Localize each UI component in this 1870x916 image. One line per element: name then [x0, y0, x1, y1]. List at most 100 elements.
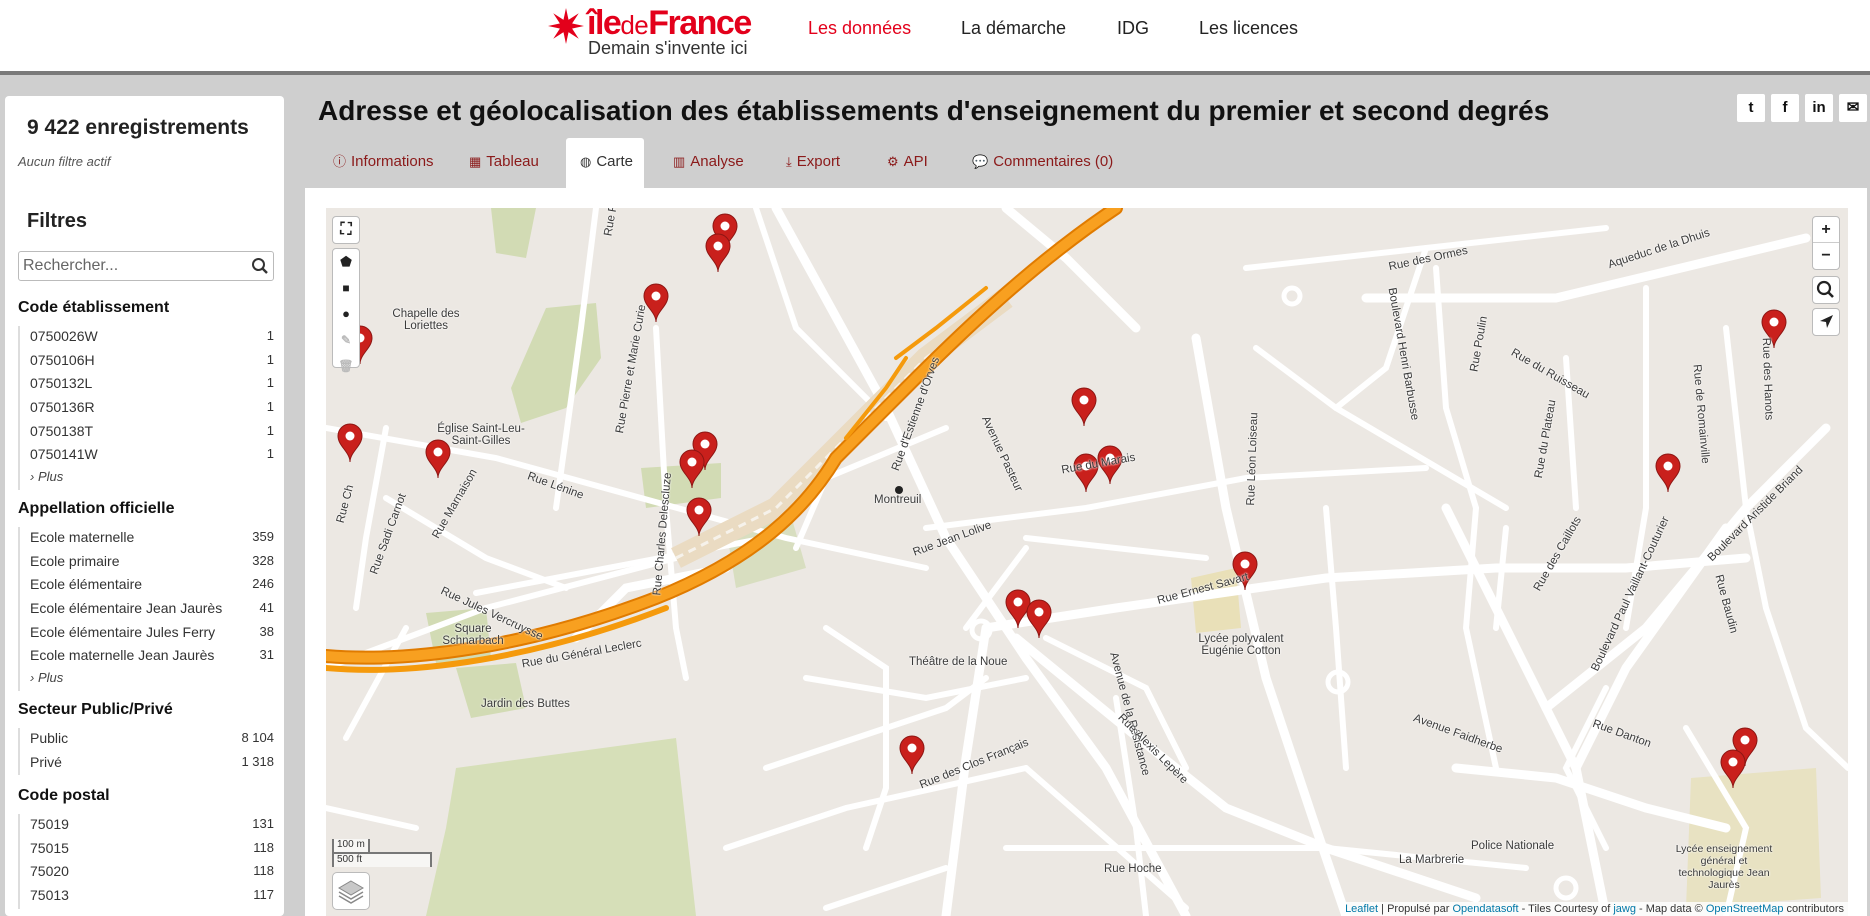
map-search-button[interactable]	[1812, 276, 1840, 304]
email-icon[interactable]: ✉	[1839, 94, 1867, 122]
filter-group-code-postal: Code postal 75019 131 75015 118 75020 118 7…	[18, 786, 274, 909]
filters-title: Filtres	[27, 210, 88, 232]
globe-icon: ◍	[580, 154, 592, 169]
map-label: Jardin des Buttes	[481, 698, 570, 710]
map-label: Lycée enseignement général et technologi…	[1675, 843, 1773, 891]
record-count: 9 422 enregistrements	[27, 116, 249, 139]
filter-item[interactable]: 0750106H 1	[20, 350, 274, 374]
filter-item[interactable]: 0750026W 1	[20, 326, 274, 350]
twitter-icon[interactable]: t	[1737, 94, 1765, 122]
filter-item[interactable]: 0750132L 1	[20, 373, 274, 397]
filter-item[interactable]: 0750141W 1	[20, 444, 274, 468]
filter-search-input[interactable]	[23, 253, 238, 279]
layers-button[interactable]	[332, 872, 370, 910]
draw-circle-icon[interactable]: ●	[333, 301, 359, 327]
filter-item[interactable]: Public 8 104	[20, 728, 274, 752]
filter-more-link[interactable]: › Plus	[20, 669, 274, 691]
info-icon: ⓘ	[333, 154, 347, 169]
map-marker	[1026, 599, 1052, 639]
map-label: Lycée polyvalent Eugénie Cotton	[1198, 633, 1284, 657]
map-label: Chapelle des Loriettes	[392, 308, 460, 332]
top-bar: îledeFrance Demain s'invente ici Les don…	[0, 0, 1870, 75]
filter-search	[18, 251, 274, 281]
tab-analyse[interactable]: ▥ Analyse	[659, 138, 758, 188]
map-marker	[643, 283, 669, 323]
facebook-icon[interactable]: f	[1771, 94, 1799, 122]
zoom-control: + −	[1812, 216, 1840, 270]
filter-item[interactable]: Ecole élémentaire Jean Jaurès 41	[20, 598, 274, 622]
zoom-in-button[interactable]: +	[1813, 217, 1839, 243]
map-label: Square Schnarbach	[442, 623, 504, 647]
linkedin-icon[interactable]: in	[1805, 94, 1833, 122]
fullscreen-icon: ⛶	[340, 221, 352, 238]
filter-item[interactable]: Ecole élémentaire Jules Ferry 38	[20, 622, 274, 646]
scale-imperial: 500 ft	[332, 852, 432, 867]
map-label: Rue Hoche	[1104, 863, 1162, 875]
draw-polygon-icon[interactable]: ⬟	[333, 249, 359, 275]
map-label: Théâtre de la Noue	[909, 656, 1008, 668]
map-marker	[705, 233, 731, 273]
draw-rectangle-icon[interactable]: ■	[333, 275, 359, 301]
filter-item[interactable]: Ecole maternelle Jean Jaurès 31	[20, 645, 274, 669]
opendatasoft-link[interactable]: Opendatasoft	[1453, 903, 1519, 915]
map-label: La Marbrerie	[1399, 854, 1465, 866]
draw-toolbar: ⬟ ■ ● ✎ 🗑	[332, 248, 360, 373]
filter-item[interactable]: Privé 1 318	[20, 752, 274, 776]
filter-item[interactable]: 0750136R 1	[20, 397, 274, 421]
nav-les-licences[interactable]: Les licences	[1199, 18, 1298, 39]
map-marker	[1655, 453, 1681, 493]
filter-item[interactable]: 75020 118	[20, 861, 274, 885]
leaflet-link[interactable]: Leaflet	[1345, 903, 1378, 915]
nav-la-demarche[interactable]: La démarche	[961, 18, 1066, 39]
tab-export[interactable]: ⤓ Export	[772, 138, 854, 188]
jawg-link[interactable]: jawg	[1613, 903, 1636, 915]
chart-icon: ▥	[673, 154, 686, 169]
download-icon: ⤓	[786, 154, 792, 169]
tab-informations[interactable]: ⓘ Informations	[319, 138, 448, 188]
map-label: Église Saint-Leu-Saint-Gilles	[437, 423, 525, 447]
map-marker	[1071, 387, 1097, 427]
filter-more-link[interactable]: › Plus	[20, 468, 274, 490]
map-marker	[337, 423, 363, 463]
map-label: Police Nationale	[1471, 840, 1555, 852]
filter-item[interactable]: 75019 131	[20, 814, 274, 838]
cogs-icon: ⚙	[887, 154, 899, 169]
filter-item[interactable]: 75015 118	[20, 838, 274, 862]
filter-group-secteur: Secteur Public/Privé Public 8 104 Privé 1 …	[18, 700, 274, 776]
map-marker	[899, 735, 925, 775]
locate-arrow-icon	[1820, 315, 1833, 328]
filter-item[interactable]: Ecole primaire 328	[20, 551, 274, 575]
filter-item[interactable]: Ecole élémentaire 246	[20, 574, 274, 598]
locate-button[interactable]	[1812, 308, 1840, 336]
fullscreen-button[interactable]: ⛶	[332, 216, 360, 244]
map-tiles[interactable]	[326, 208, 1848, 916]
osm-link[interactable]: OpenStreetMap	[1706, 903, 1784, 915]
map-view[interactable]: Chapelle des Loriettes Église Saint-Leu-…	[326, 208, 1848, 916]
filter-item[interactable]: Ecole maternelle 359	[20, 527, 274, 551]
tab-api[interactable]: ⚙ API	[873, 138, 942, 188]
map-attribution: Leaflet | Propulsé par Opendatasoft - Ti…	[1341, 902, 1848, 916]
no-filter-status: Aucun filtre actif	[18, 154, 111, 169]
delete-icon[interactable]: 🗑	[333, 353, 359, 379]
search-icon	[1816, 280, 1834, 298]
nav-idg[interactable]: IDG	[1117, 18, 1149, 39]
filter-item[interactable]: 0750138T 1	[20, 421, 274, 445]
map-label: Montreuil	[874, 494, 922, 506]
filter-group-appellation: Appellation officielle Ecole maternelle 3…	[18, 499, 274, 692]
logo-tagline: Demain s'invente ici	[588, 38, 748, 58]
tab-tableau[interactable]: ▦ Tableau	[455, 138, 553, 188]
table-icon: ▦	[469, 154, 482, 169]
zoom-out-button[interactable]: −	[1813, 243, 1839, 269]
filter-group-title: Code postal	[18, 787, 110, 804]
nav-les-donnees[interactable]: Les données	[808, 18, 911, 39]
tab-carte[interactable]: ◍ Carte	[566, 138, 644, 188]
edit-icon[interactable]: ✎	[333, 327, 359, 353]
tab-commentaires[interactable]: 💬 Commentaires (0)	[958, 138, 1127, 188]
comments-icon: 💬	[972, 154, 989, 169]
filter-group-title: Secteur Public/Privé	[18, 701, 173, 718]
search-icon[interactable]	[251, 257, 269, 275]
layers-icon	[338, 880, 364, 904]
filter-group-title: Appellation officielle	[18, 500, 175, 517]
ile-de-france-logo[interactable]: îledeFrance Demain s'invente ici	[546, 4, 776, 64]
filter-item[interactable]: 75013 117	[20, 885, 274, 909]
